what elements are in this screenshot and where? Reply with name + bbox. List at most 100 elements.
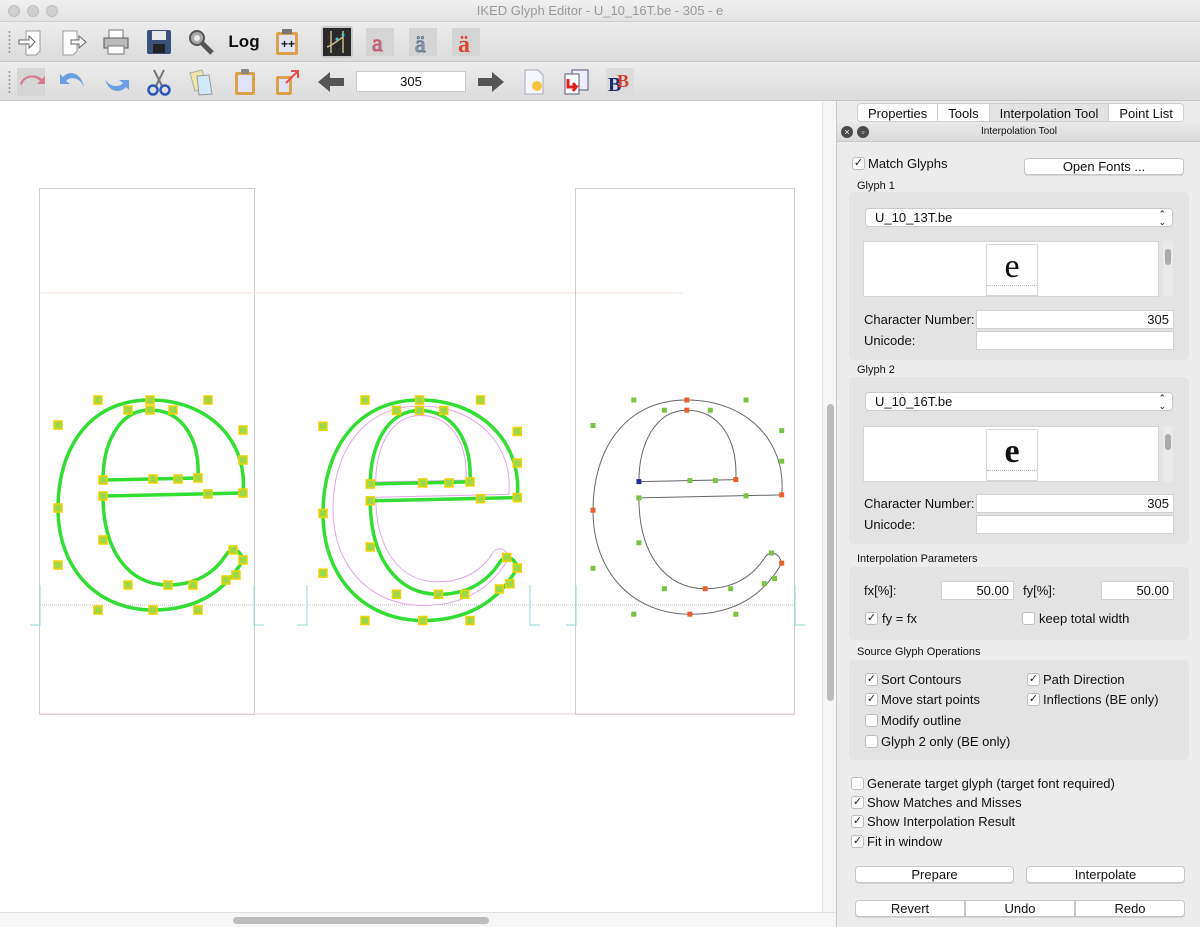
control-point[interactable] <box>148 474 158 484</box>
glyph2-char-number-field[interactable]: 305 <box>976 494 1174 513</box>
on-curve-point[interactable] <box>779 492 785 498</box>
control-point[interactable] <box>465 615 475 626</box>
save-button[interactable] <box>143 26 175 58</box>
generate-target-checkbox[interactable] <box>851 777 864 790</box>
result-outline[interactable] <box>590 397 785 617</box>
on-curve-point[interactable] <box>779 560 785 566</box>
scroll-thumb[interactable] <box>1165 249 1171 265</box>
settings-button[interactable] <box>185 26 217 58</box>
control-point[interactable] <box>414 395 425 405</box>
on-curve-point[interactable] <box>702 586 708 592</box>
control-point[interactable] <box>439 405 449 416</box>
off-curve-point[interactable] <box>661 407 667 413</box>
control-point[interactable] <box>228 545 238 555</box>
control-point[interactable] <box>318 508 328 519</box>
off-curve-point[interactable] <box>687 478 693 484</box>
dock-float-icon[interactable]: ▫ <box>857 126 869 138</box>
control-point[interactable] <box>414 405 425 416</box>
fy-eq-fx-checkbox[interactable]: ✓ <box>865 612 878 625</box>
off-curve-point[interactable] <box>590 565 596 571</box>
glyph-view-a-umlaut-red-button[interactable]: ä <box>450 26 482 58</box>
off-curve-point[interactable] <box>733 611 739 617</box>
show-result-checkbox[interactable]: ✓ <box>851 815 864 828</box>
off-curve-point[interactable] <box>761 581 767 587</box>
off-curve-point[interactable] <box>769 550 774 556</box>
minimize-window-button[interactable] <box>27 5 39 17</box>
print-button[interactable] <box>100 26 132 58</box>
undo-button[interactable] <box>57 66 89 98</box>
control-point[interactable] <box>123 580 133 590</box>
control-point[interactable] <box>163 580 173 590</box>
off-curve-point[interactable] <box>779 458 785 464</box>
control-point[interactable] <box>53 503 63 513</box>
control-point[interactable] <box>365 479 375 489</box>
off-curve-point[interactable] <box>590 423 596 428</box>
control-point[interactable] <box>360 615 370 626</box>
import-button[interactable] <box>16 26 48 58</box>
close-window-button[interactable] <box>8 5 20 17</box>
glyph2-outline[interactable] <box>318 395 522 626</box>
undo-panel-button[interactable]: Undo <box>965 900 1075 917</box>
export-button[interactable] <box>58 26 90 58</box>
control-point[interactable] <box>418 478 428 488</box>
on-curve-point[interactable] <box>687 611 693 617</box>
glyph-view-a-umlaut-button[interactable]: ä <box>407 26 439 58</box>
control-point[interactable] <box>512 563 522 573</box>
control-point[interactable] <box>203 489 213 499</box>
move-start-points-checkbox[interactable]: ✓ <box>865 693 878 706</box>
next-glyph-button[interactable] <box>475 66 507 98</box>
control-point[interactable] <box>465 477 475 487</box>
zoom-window-button[interactable] <box>46 5 58 17</box>
redo-button[interactable] <box>100 66 132 98</box>
redo-panel-button[interactable]: Redo <box>1075 900 1185 917</box>
toolbar-grip[interactable] <box>8 30 11 54</box>
off-curve-point[interactable] <box>779 428 785 434</box>
dock-close-icon[interactable]: × <box>841 126 853 138</box>
tab-tools[interactable]: Tools <box>937 103 989 122</box>
toolbar-grip[interactable] <box>8 70 11 94</box>
control-point[interactable] <box>391 405 402 416</box>
control-point[interactable] <box>145 405 155 415</box>
control-point[interactable] <box>221 575 231 585</box>
control-point[interactable] <box>365 542 375 552</box>
sort-contours-checkbox[interactable]: ✓ <box>865 673 878 686</box>
control-point[interactable] <box>231 570 241 580</box>
prepare-button[interactable]: Prepare <box>855 866 1014 883</box>
clipboard-add-button[interactable]: ++ <box>271 26 303 58</box>
glyph1-preview-cell[interactable]: e <box>986 244 1038 296</box>
control-point[interactable] <box>433 589 444 599</box>
control-point[interactable] <box>238 455 248 465</box>
control-point[interactable] <box>475 395 486 405</box>
control-point[interactable] <box>318 568 328 578</box>
control-point[interactable] <box>145 395 155 405</box>
glyph2-font-select[interactable]: U_10_16T.be ⌃ ⌄ <box>865 392 1173 411</box>
control-point[interactable] <box>173 474 183 484</box>
control-point[interactable] <box>123 405 133 415</box>
control-point[interactable] <box>193 473 203 483</box>
control-point[interactable] <box>98 491 108 501</box>
glyph2-only-checkbox[interactable] <box>865 735 878 748</box>
path-direction-checkbox[interactable]: ✓ <box>1027 673 1040 686</box>
control-point[interactable] <box>238 555 248 565</box>
glyph2-preview-scrollbar[interactable] <box>1163 426 1173 482</box>
off-curve-point[interactable] <box>728 586 734 592</box>
control-point[interactable] <box>505 579 515 589</box>
glyph1-preview[interactable]: e <box>863 241 1159 297</box>
paste-button[interactable] <box>229 66 261 98</box>
glyph-number-input[interactable]: 305 <box>356 71 466 92</box>
fy-field[interactable]: 50.00 <box>1101 581 1174 600</box>
control-point[interactable] <box>98 475 108 485</box>
control-point[interactable] <box>360 395 370 405</box>
prev-glyph-button[interactable] <box>315 66 347 98</box>
glyph1-char-number-field[interactable]: 305 <box>976 310 1174 329</box>
off-curve-point[interactable] <box>743 397 749 403</box>
off-curve-point[interactable] <box>743 493 749 499</box>
glyph2-preview[interactable]: e <box>863 426 1159 482</box>
fx-field[interactable]: 50.00 <box>941 581 1014 600</box>
inflections-checkbox[interactable]: ✓ <box>1027 693 1040 706</box>
off-curve-point[interactable] <box>636 479 642 485</box>
control-point[interactable] <box>365 496 375 506</box>
on-curve-point[interactable] <box>733 477 739 483</box>
control-point[interactable] <box>148 605 158 615</box>
canvas-horizontal-scrollbar[interactable] <box>0 912 836 927</box>
